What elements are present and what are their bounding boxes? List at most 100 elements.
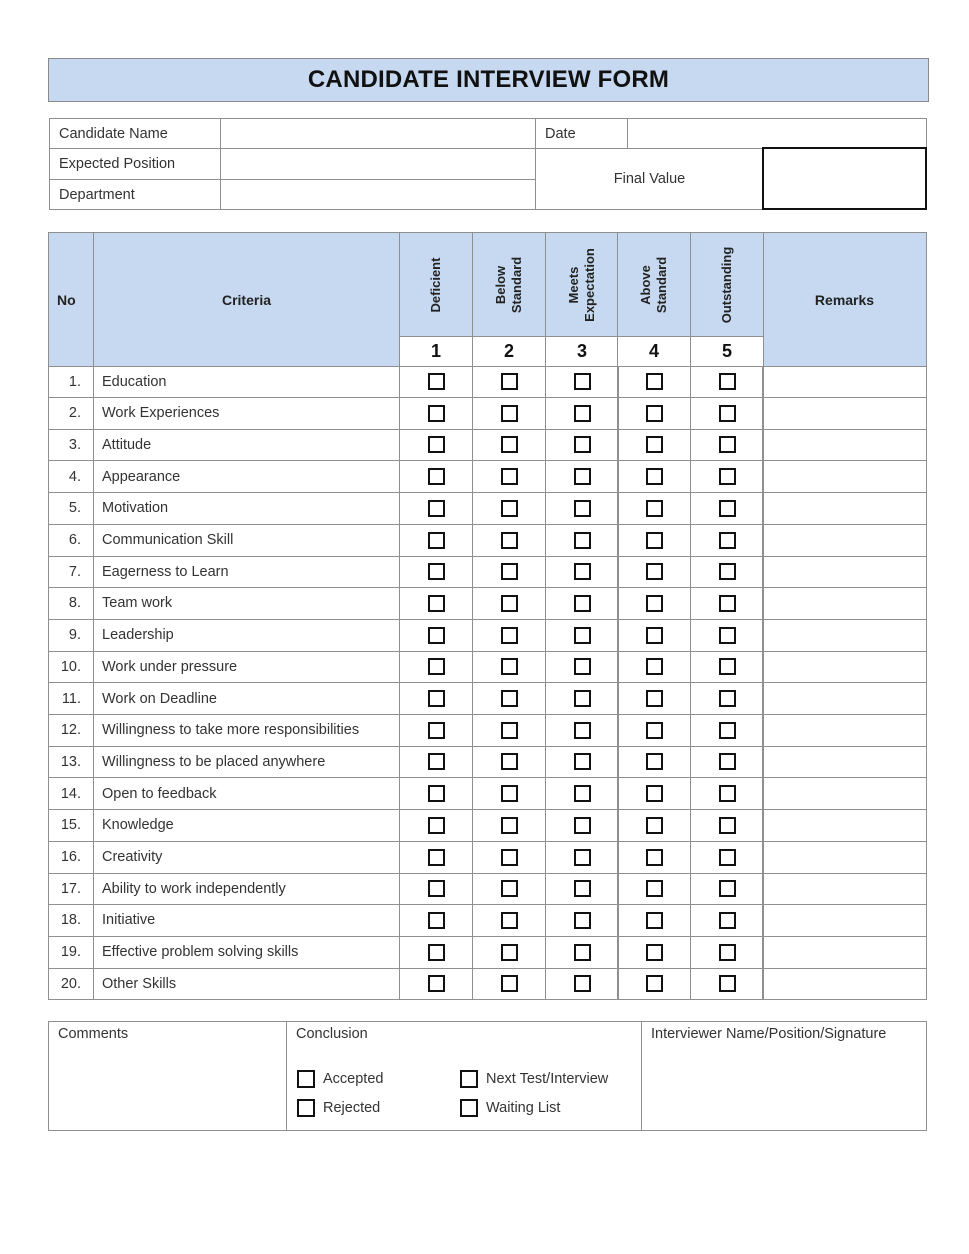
rating-checkbox-5[interactable] [718,880,736,898]
rating-checkbox-5[interactable] [718,563,736,581]
rating-checkbox-1[interactable] [427,943,445,961]
remarks-field[interactable] [762,492,927,525]
rating-checkbox-2[interactable] [500,848,518,866]
rating-checkbox-1[interactable] [427,690,445,707]
rating-checkbox-4[interactable] [645,785,663,803]
department-field[interactable] [220,179,536,210]
rating-checkbox-5[interactable] [718,499,736,517]
rating-checkbox-4[interactable] [645,626,663,644]
rating-checkbox-4[interactable] [645,943,663,961]
rating-checkbox-3[interactable] [573,975,591,993]
rating-checkbox-1[interactable] [427,658,445,676]
candidate-name-field[interactable] [220,118,536,149]
rating-checkbox-3[interactable] [573,531,591,549]
rating-checkbox-2[interactable] [500,404,518,422]
option-waiting-list[interactable]: Waiting List [460,1099,560,1117]
rating-checkbox-4[interactable] [645,499,663,517]
rating-checkbox-1[interactable] [427,531,445,549]
rating-checkbox-1[interactable] [427,975,445,993]
rating-checkbox-2[interactable] [500,785,518,803]
remarks-field[interactable] [762,397,927,430]
rating-checkbox-2[interactable] [500,594,518,612]
rating-checkbox-5[interactable] [718,658,736,676]
rating-checkbox-1[interactable] [427,848,445,866]
rating-checkbox-5[interactable] [718,373,736,390]
rating-checkbox-3[interactable] [573,373,591,390]
rating-checkbox-5[interactable] [718,753,736,771]
rating-checkbox-2[interactable] [500,658,518,676]
remarks-field[interactable] [762,366,927,398]
rating-checkbox-3[interactable] [573,911,591,929]
remarks-field[interactable] [762,714,927,747]
next-test-checkbox[interactable] [460,1070,478,1088]
rating-checkbox-3[interactable] [573,468,591,486]
date-field[interactable] [627,118,927,149]
rating-checkbox-3[interactable] [573,594,591,612]
remarks-field[interactable] [762,873,927,906]
rating-checkbox-4[interactable] [645,880,663,898]
rating-checkbox-5[interactable] [718,848,736,866]
remarks-field[interactable] [762,683,927,715]
rating-checkbox-4[interactable] [645,848,663,866]
rating-checkbox-2[interactable] [500,816,518,834]
rating-checkbox-5[interactable] [718,975,736,993]
rating-checkbox-5[interactable] [718,436,736,454]
rating-checkbox-3[interactable] [573,848,591,866]
remarks-field[interactable] [762,461,927,494]
rating-checkbox-1[interactable] [427,468,445,486]
rating-checkbox-2[interactable] [500,499,518,517]
rating-checkbox-4[interactable] [645,816,663,834]
rating-checkbox-2[interactable] [500,563,518,581]
rating-checkbox-3[interactable] [573,658,591,676]
rating-checkbox-5[interactable] [718,690,736,707]
remarks-field[interactable] [762,809,927,842]
remarks-field[interactable] [762,968,927,1001]
remarks-field[interactable] [762,778,927,811]
rating-checkbox-3[interactable] [573,721,591,739]
rating-checkbox-5[interactable] [718,943,736,961]
rating-checkbox-2[interactable] [500,626,518,644]
rating-checkbox-5[interactable] [718,785,736,803]
rating-checkbox-3[interactable] [573,690,591,707]
accepted-checkbox[interactable] [297,1070,315,1088]
rating-checkbox-4[interactable] [645,911,663,929]
rating-checkbox-4[interactable] [645,975,663,993]
final-value-box[interactable] [762,147,927,210]
rating-checkbox-1[interactable] [427,753,445,771]
rating-checkbox-1[interactable] [427,911,445,929]
rating-checkbox-1[interactable] [427,785,445,803]
rating-checkbox-2[interactable] [500,436,518,454]
rating-checkbox-3[interactable] [573,880,591,898]
rating-checkbox-2[interactable] [500,943,518,961]
rating-checkbox-3[interactable] [573,404,591,422]
remarks-field[interactable] [762,651,927,684]
comments-cell[interactable]: Comments [48,1021,287,1131]
rating-checkbox-4[interactable] [645,468,663,486]
rating-checkbox-5[interactable] [718,594,736,612]
expected-position-field[interactable] [220,148,536,180]
rating-checkbox-4[interactable] [645,690,663,707]
remarks-field[interactable] [762,524,927,557]
rating-checkbox-4[interactable] [645,753,663,771]
rating-checkbox-3[interactable] [573,626,591,644]
rating-checkbox-2[interactable] [500,690,518,707]
rating-checkbox-2[interactable] [500,721,518,739]
rating-checkbox-1[interactable] [427,373,445,390]
rejected-checkbox[interactable] [297,1099,315,1117]
rating-checkbox-3[interactable] [573,753,591,771]
rating-checkbox-5[interactable] [718,626,736,644]
rating-checkbox-3[interactable] [573,943,591,961]
rating-checkbox-1[interactable] [427,721,445,739]
waiting-list-checkbox[interactable] [460,1099,478,1117]
option-rejected[interactable]: Rejected [297,1099,380,1117]
rating-checkbox-5[interactable] [718,911,736,929]
rating-checkbox-4[interactable] [645,404,663,422]
rating-checkbox-2[interactable] [500,753,518,771]
rating-checkbox-4[interactable] [645,563,663,581]
rating-checkbox-4[interactable] [645,594,663,612]
rating-checkbox-1[interactable] [427,880,445,898]
rating-checkbox-5[interactable] [718,816,736,834]
remarks-field[interactable] [762,619,927,652]
rating-checkbox-5[interactable] [718,404,736,422]
remarks-field[interactable] [762,904,927,937]
